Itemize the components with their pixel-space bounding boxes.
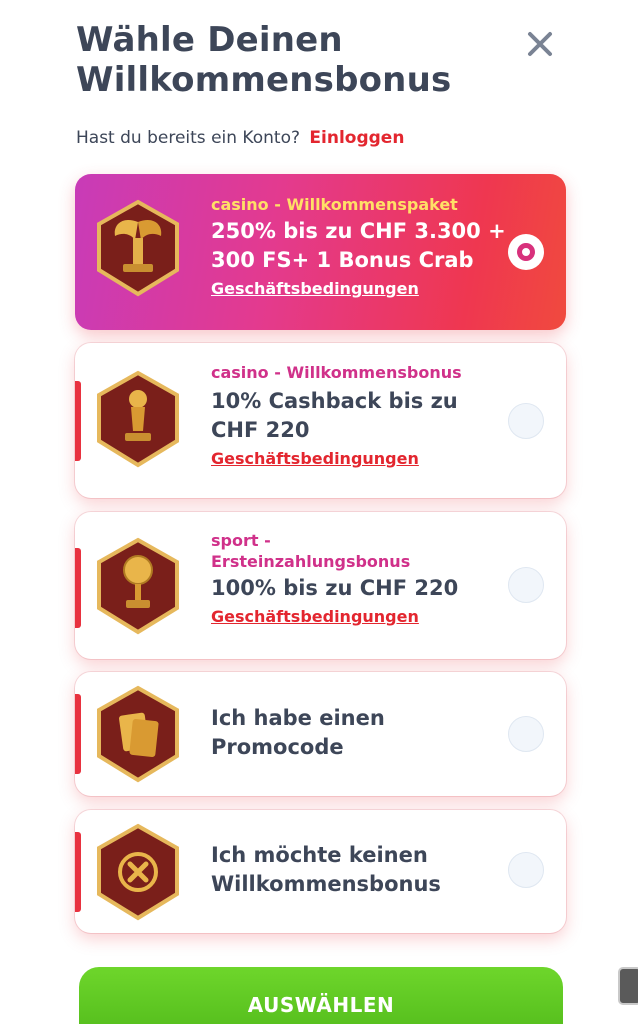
login-row: Hast du bereits ein Konto? Einloggen bbox=[76, 128, 404, 148]
card-accent-stripe bbox=[75, 548, 81, 628]
offer-text: casino - Willkommenspaket 250% bis zu CH… bbox=[211, 194, 511, 298]
page-title: Wähle Deinen Willkommensbonus bbox=[76, 20, 452, 100]
login-prompt: Hast du bereits ein Konto? bbox=[76, 128, 300, 148]
offer-radio[interactable] bbox=[508, 234, 544, 270]
card-accent-stripe bbox=[75, 694, 81, 774]
offer-card-casino-welcome-bonus[interactable]: casino - Willkommensbonus 10% Cashback b… bbox=[75, 343, 566, 498]
offer-radio[interactable] bbox=[508, 716, 544, 752]
offer-category: casino - Willkommensbonus bbox=[211, 363, 462, 382]
statuette-trophy-icon bbox=[93, 369, 183, 469]
offer-headline: Ich möchte keinen Willkommensbonus bbox=[211, 843, 441, 896]
close-icon bbox=[528, 32, 552, 56]
offer-card-promocode[interactable]: Ich habe einen Promocode bbox=[75, 672, 566, 796]
terms-link[interactable]: Geschäftsbedingungen bbox=[211, 279, 419, 298]
select-button[interactable]: AUSWÄHLEN bbox=[79, 967, 563, 1024]
radio-selected-indicator bbox=[517, 243, 535, 261]
offer-text: Ich möchte keinen Willkommensbonus bbox=[211, 841, 511, 899]
offer-headline: 250% bis zu CHF 3.300 + 300 FS+ 1 Bonus … bbox=[211, 219, 506, 272]
offer-radio[interactable] bbox=[508, 852, 544, 888]
offer-card-sport-first-deposit[interactable]: sport - Ersteinzahlungsbonus 100% bis zu… bbox=[75, 512, 566, 659]
scroll-handle[interactable] bbox=[618, 967, 638, 1005]
offer-category: sport - Ersteinzahlungsbonus bbox=[211, 531, 411, 571]
offer-category: casino - Willkommenspaket bbox=[211, 195, 458, 214]
offer-radio[interactable] bbox=[508, 567, 544, 603]
offer-text: sport - Ersteinzahlungsbonus 100% bis zu… bbox=[211, 530, 511, 626]
no-bonus-icon bbox=[93, 822, 183, 922]
offer-card-no-bonus[interactable]: Ich möchte keinen Willkommensbonus bbox=[75, 810, 566, 933]
offer-radio[interactable] bbox=[508, 403, 544, 439]
promo-ticket-icon bbox=[93, 684, 183, 784]
offer-headline: Ich habe einen Promocode bbox=[211, 706, 385, 759]
terms-link[interactable]: Geschäftsbedingungen bbox=[211, 449, 419, 468]
offer-text: casino - Willkommensbonus 10% Cashback b… bbox=[211, 362, 511, 468]
close-button[interactable] bbox=[522, 26, 558, 62]
offer-text: Ich habe einen Promocode bbox=[211, 704, 511, 762]
terms-link[interactable]: Geschäftsbedingungen bbox=[211, 607, 419, 626]
football-trophy-icon bbox=[93, 536, 183, 636]
winged-trophy-icon bbox=[93, 198, 183, 298]
card-accent-stripe bbox=[75, 832, 81, 912]
login-link[interactable]: Einloggen bbox=[309, 128, 404, 148]
card-accent-stripe bbox=[75, 381, 81, 461]
offer-headline: 100% bis zu CHF 220 bbox=[211, 576, 459, 600]
offer-headline: 10% Cashback bis zu CHF 220 bbox=[211, 389, 458, 442]
offer-card-casino-welcome-package[interactable]: casino - Willkommenspaket 250% bis zu CH… bbox=[75, 174, 566, 330]
